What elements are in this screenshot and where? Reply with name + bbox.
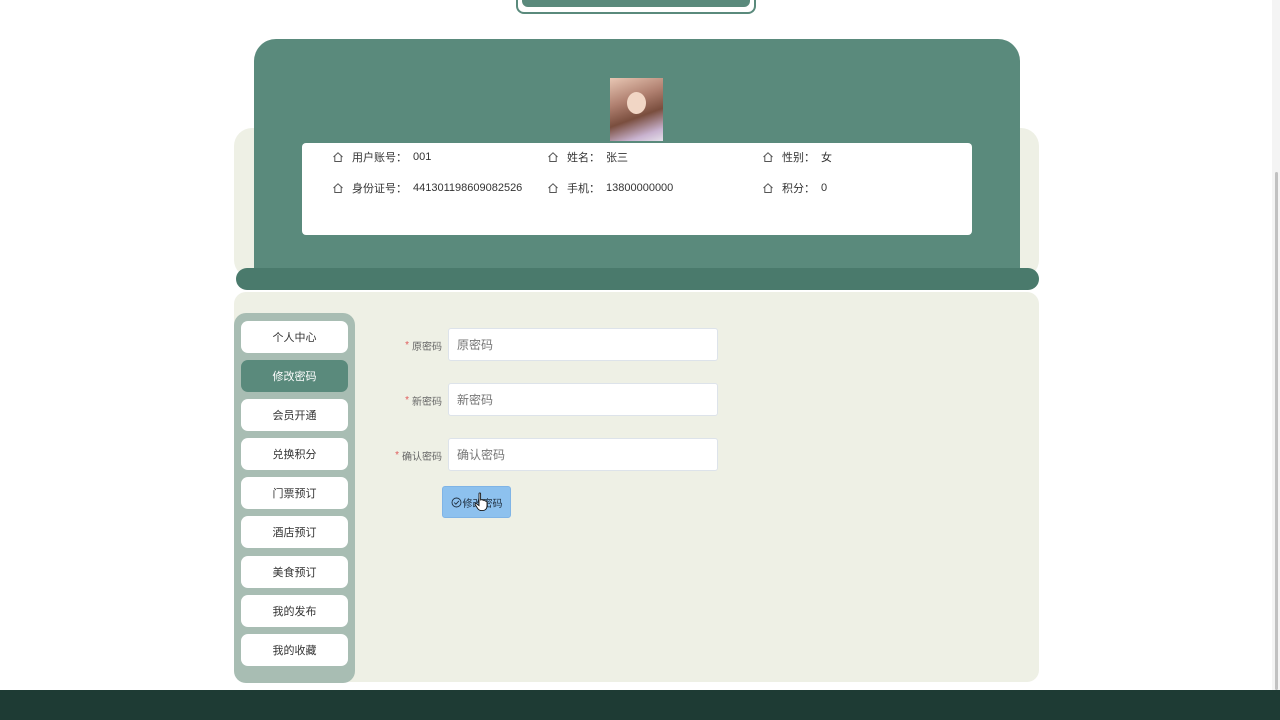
new-password-row: * 新密码 — [360, 383, 442, 417]
confirm-password-row: * 确认密码 — [360, 438, 442, 472]
info-label: 积分： — [782, 183, 815, 195]
home-icon — [763, 152, 773, 162]
info-value: 001 — [413, 151, 432, 163]
info-item-phone: 手机： 13800000000 — [547, 180, 673, 196]
required-mark: * — [405, 339, 409, 351]
info-label: 姓名： — [567, 152, 600, 164]
sidebar-item-personal-center[interactable]: 个人中心 — [241, 321, 348, 353]
top-nav-tab — [516, 0, 756, 14]
home-icon — [548, 183, 558, 193]
required-mark: * — [405, 394, 409, 406]
avatar — [610, 78, 663, 141]
label-text: 新密码 — [412, 396, 442, 408]
new-password-input[interactable] — [448, 383, 718, 416]
info-label: 性别： — [782, 152, 815, 164]
required-mark: * — [395, 449, 399, 461]
sidebar-item-ticket-booking[interactable]: 门票预订 — [241, 477, 348, 509]
info-item-account: 用户账号： 001 — [332, 149, 431, 165]
home-icon — [333, 183, 343, 193]
info-label: 手机： — [567, 183, 600, 195]
info-value: 13800000000 — [606, 182, 674, 194]
new-password-label: * 新密码 — [405, 383, 442, 417]
info-label: 身份证号： — [352, 183, 407, 195]
confirm-password-input[interactable] — [448, 438, 718, 471]
scrollbar-thumb[interactable] — [1275, 172, 1278, 690]
info-value: 441301198609082526 — [413, 182, 523, 194]
old-password-label: * 原密码 — [405, 328, 442, 362]
info-value: 张三 — [606, 152, 628, 164]
footer — [0, 690, 1280, 720]
home-icon — [333, 152, 343, 162]
home-icon — [763, 183, 773, 193]
sidebar-item-my-posts[interactable]: 我的发布 — [241, 595, 348, 627]
profile-panel-base — [236, 268, 1039, 290]
confirm-password-label: * 确认密码 — [395, 438, 442, 472]
sidebar-item-membership[interactable]: 会员开通 — [241, 399, 348, 431]
info-value: 女 — [821, 152, 832, 164]
old-password-input[interactable] — [448, 328, 718, 361]
info-item-gender: 性别： 女 — [762, 149, 832, 165]
sidebar-item-my-favorites[interactable]: 我的收藏 — [241, 634, 348, 666]
info-item-name: 姓名： 张三 — [547, 149, 628, 165]
info-item-id-number: 身份证号： 441301198609082526 — [332, 180, 522, 196]
info-item-points: 积分： 0 — [762, 180, 827, 196]
sidebar-item-redeem-points[interactable]: 兑换积分 — [241, 438, 348, 470]
old-password-row: * 原密码 — [360, 328, 442, 362]
hand-cursor-icon — [474, 492, 488, 512]
home-icon — [548, 152, 558, 162]
sidebar-item-hotel-booking[interactable]: 酒店预订 — [241, 516, 348, 548]
sidebar-item-food-booking[interactable]: 美食预订 — [241, 556, 348, 588]
label-text: 原密码 — [412, 341, 442, 353]
info-value: 0 — [821, 182, 828, 194]
sidebar-item-change-password[interactable]: 修改密码 — [241, 360, 348, 392]
check-circle-icon — [451, 497, 461, 507]
label-text: 确认密码 — [402, 451, 442, 463]
info-label: 用户账号： — [352, 152, 407, 164]
